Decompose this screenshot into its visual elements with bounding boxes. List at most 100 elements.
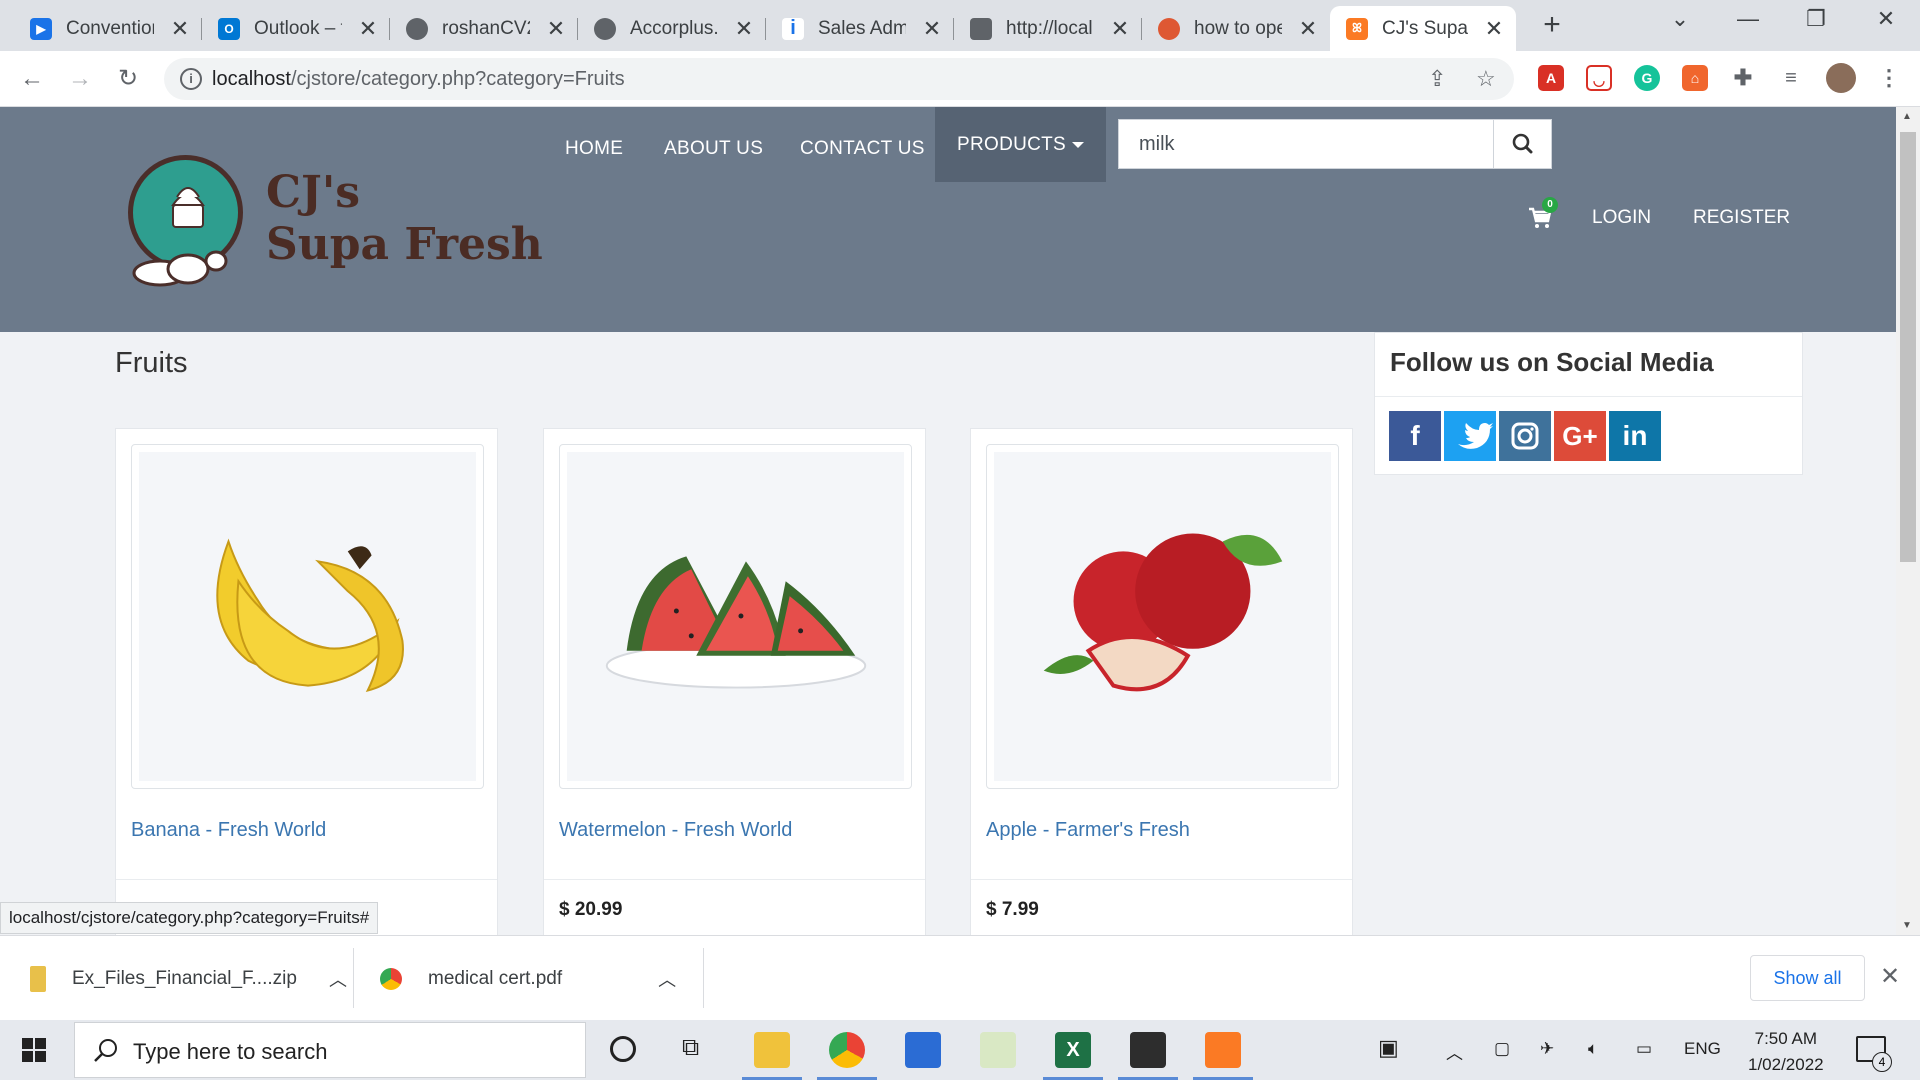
google-plus-icon[interactable]: G+ bbox=[1554, 411, 1606, 461]
page-scrollbar[interactable]: ▲ ▼ bbox=[1896, 107, 1920, 935]
task-view-icon[interactable]: ⧉ bbox=[682, 1034, 699, 1062]
address-bar[interactable]: i localhost/cjstore/category.php?categor… bbox=[164, 58, 1514, 100]
product-name-link[interactable]: Watermelon - Fresh World bbox=[559, 819, 792, 842]
extensions-puzzle-icon[interactable]: ✚ bbox=[1730, 65, 1756, 91]
show-all-downloads-button[interactable]: Show all bbox=[1750, 955, 1865, 1001]
excel-icon[interactable]: X bbox=[1043, 1032, 1103, 1080]
windows-taskbar: Type here to search ⧉ X ▣ ︿ ▢ ✈ 🔈︎ ▭ ENG… bbox=[0, 1020, 1920, 1080]
chevron-up-icon[interactable]: ︿ bbox=[329, 966, 347, 992]
nav-about-us[interactable]: ABOUT US bbox=[664, 119, 763, 179]
social-heading: Follow us on Social Media bbox=[1390, 347, 1714, 377]
scroll-down-icon[interactable]: ▼ bbox=[1902, 920, 1912, 931]
media-control-icon[interactable]: ≡ bbox=[1778, 65, 1804, 91]
product-price: $ 20.99 bbox=[559, 899, 623, 920]
ice-cream-icon bbox=[171, 187, 205, 228]
reload-icon[interactable]: ↻ bbox=[112, 63, 144, 95]
forward-icon[interactable]: → bbox=[64, 63, 96, 95]
scroll-up-icon[interactable]: ▲ bbox=[1902, 111, 1912, 122]
facebook-icon[interactable]: f bbox=[1389, 411, 1441, 461]
minimize-icon[interactable]: — bbox=[1728, 6, 1768, 32]
menu-kebab-icon[interactable]: ⋮ bbox=[1876, 65, 1902, 91]
power-bi-icon[interactable] bbox=[905, 1032, 941, 1068]
chevron-up-icon[interactable]: ︿ bbox=[658, 966, 676, 992]
video-icon: ▶ bbox=[30, 17, 52, 40]
back-icon[interactable]: ← bbox=[16, 63, 48, 95]
new-tab-button[interactable]: + bbox=[1534, 8, 1570, 42]
scrollbar-thumb[interactable] bbox=[1900, 132, 1916, 562]
share-icon[interactable]: ⇪ bbox=[1428, 66, 1446, 92]
product-name-link[interactable]: Apple - Farmer's Fresh bbox=[986, 819, 1190, 842]
snipping-tool-icon[interactable] bbox=[980, 1032, 1016, 1068]
xampp-taskbar-icon[interactable] bbox=[1193, 1032, 1253, 1080]
product-name-link[interactable]: Banana - Fresh World bbox=[131, 819, 326, 842]
outlook-icon: O bbox=[218, 17, 240, 40]
browser-tab[interactable]: http://local ✕ bbox=[954, 6, 1142, 51]
download-item[interactable]: Ex_Files_Financial_F....zip ︿ bbox=[0, 936, 354, 1021]
browser-tab[interactable]: Accorplus.p ✕ bbox=[578, 6, 766, 51]
bookmark-star-icon[interactable]: ☆ bbox=[1476, 66, 1496, 92]
volume-icon[interactable]: 🔈︎ bbox=[1588, 1039, 1598, 1059]
restore-icon[interactable]: ❐ bbox=[1796, 6, 1836, 32]
meet-now-icon[interactable]: ▢ bbox=[1494, 1039, 1510, 1059]
browser-tab[interactable]: how to open ✕ bbox=[1142, 6, 1330, 51]
taskbar-search-placeholder: Type here to search bbox=[133, 1039, 328, 1064]
close-window-icon[interactable]: ✕ bbox=[1866, 6, 1906, 32]
login-link[interactable]: LOGIN bbox=[1592, 207, 1651, 229]
search-input[interactable]: milk bbox=[1118, 119, 1552, 169]
close-icon[interactable]: ✕ bbox=[1482, 16, 1506, 42]
acrobat-extension-icon[interactable]: A bbox=[1538, 65, 1564, 91]
close-icon[interactable]: ✕ bbox=[920, 16, 944, 42]
lock-extension-icon[interactable]: ⌂ bbox=[1682, 65, 1708, 91]
product-image[interactable] bbox=[994, 452, 1331, 781]
product-image-frame[interactable] bbox=[131, 444, 484, 789]
product-image[interactable] bbox=[139, 452, 476, 781]
globe-icon bbox=[406, 17, 428, 40]
chrome-taskbar-icon[interactable] bbox=[817, 1032, 877, 1080]
product-image-frame[interactable] bbox=[559, 444, 912, 789]
windows-start-icon[interactable] bbox=[22, 1038, 46, 1062]
product-image[interactable] bbox=[567, 452, 904, 781]
site-info-icon[interactable]: i bbox=[180, 68, 202, 90]
file-explorer-icon[interactable] bbox=[742, 1032, 802, 1080]
browser-tab[interactable]: O Outlook – free ✕ bbox=[202, 6, 390, 51]
cortana-icon[interactable] bbox=[610, 1036, 636, 1062]
download-filename: medical cert.pdf bbox=[428, 967, 563, 989]
close-icon[interactable]: ✕ bbox=[1296, 16, 1320, 42]
terminal-icon[interactable] bbox=[1118, 1032, 1178, 1080]
close-shelf-icon[interactable]: ✕ bbox=[1880, 962, 1900, 991]
browser-tab-active[interactable]: ꕤ CJ's Supa Fresh ✕ bbox=[1330, 6, 1516, 51]
battery-icon[interactable]: ▭ bbox=[1636, 1039, 1652, 1059]
instagram-icon[interactable] bbox=[1499, 411, 1551, 461]
close-icon[interactable]: ✕ bbox=[544, 16, 568, 42]
browser-tab[interactable]: ▶ Convention ✕ bbox=[14, 6, 202, 51]
close-icon[interactable]: ✕ bbox=[1108, 16, 1132, 42]
nav-home[interactable]: HOME bbox=[565, 119, 623, 179]
grammarly-extension-icon[interactable]: G bbox=[1634, 65, 1660, 91]
pocket-extension-icon[interactable]: ◡ bbox=[1586, 65, 1612, 91]
network-icon[interactable]: ✈ bbox=[1540, 1039, 1554, 1059]
news-widget-icon[interactable]: ▣ bbox=[1378, 1035, 1399, 1061]
nav-products-dropdown[interactable]: PRODUCTS bbox=[935, 107, 1107, 182]
register-link[interactable]: REGISTER bbox=[1693, 207, 1790, 229]
twitter-icon[interactable] bbox=[1444, 411, 1496, 461]
profile-avatar[interactable] bbox=[1826, 63, 1856, 93]
logo-line-2: Supa Fresh bbox=[266, 219, 543, 270]
system-clock[interactable]: 7:50 AM 1/02/2022 bbox=[1748, 1026, 1824, 1078]
taskbar-search-input[interactable]: Type here to search bbox=[74, 1022, 586, 1078]
browser-tab[interactable]: roshanCV2022 ✕ bbox=[390, 6, 578, 51]
search-icon bbox=[1512, 133, 1533, 154]
browser-tab[interactable]: i Sales Admin ✕ bbox=[766, 6, 954, 51]
chevron-up-icon[interactable]: ︿ bbox=[1446, 1039, 1463, 1064]
browser-tab-strip: ▶ Convention ✕ O Outlook – free ✕ roshan… bbox=[0, 0, 1920, 51]
browser-toolbar: ← → ↻ i localhost/cjstore/category.php?c… bbox=[0, 51, 1920, 107]
download-item[interactable]: medical cert.pdf ︿ bbox=[354, 936, 704, 1021]
close-icon[interactable]: ✕ bbox=[168, 16, 192, 42]
close-icon[interactable]: ✕ bbox=[732, 16, 756, 42]
nav-contact-us[interactable]: CONTACT US bbox=[800, 119, 925, 179]
language-indicator[interactable]: ENG bbox=[1684, 1039, 1721, 1059]
linkedin-icon[interactable]: in bbox=[1609, 411, 1661, 461]
tab-search-icon[interactable]: ⌄ bbox=[1660, 6, 1700, 32]
close-icon[interactable]: ✕ bbox=[356, 16, 380, 42]
search-button[interactable] bbox=[1493, 120, 1551, 168]
product-image-frame[interactable] bbox=[986, 444, 1339, 789]
